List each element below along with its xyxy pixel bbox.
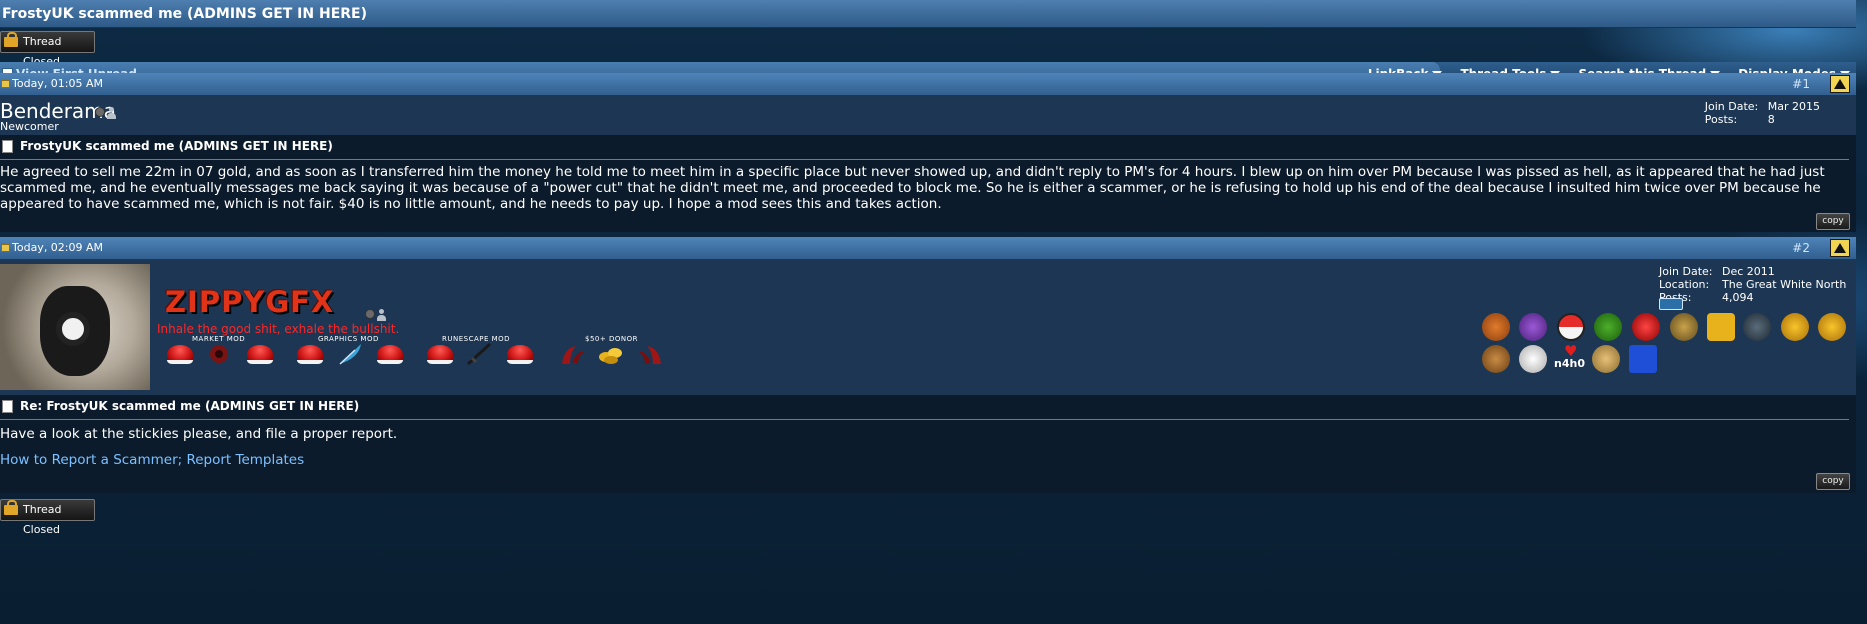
sword-icon [466, 342, 494, 366]
scroll-top-icon[interactable] [1830, 239, 1850, 257]
user-tagline: Inhale the good shit, exhale the bullshi… [157, 322, 400, 336]
cog-13-icon [1781, 313, 1809, 341]
lock-icon [1707, 313, 1735, 341]
offline-status-icon [95, 107, 105, 117]
steam-icon [1743, 313, 1771, 341]
user-info: Join Date: Mar 2015 Posts: 8 [1704, 100, 1820, 126]
palette-icon [1592, 345, 1620, 373]
cog-14-icon [1818, 313, 1846, 341]
offline-status-icon [365, 309, 375, 319]
santa-hat-icon [247, 345, 273, 364]
location: The Great White North [1722, 278, 1847, 291]
heart-badge: ♥ n4h0 [1554, 344, 1586, 372]
headphone-graphic [56, 312, 90, 346]
scroll-top-icon[interactable] [1830, 75, 1850, 93]
thread-closed-button[interactable]: Thread Closed [0, 31, 95, 68]
copy-button[interactable]: copy [1816, 473, 1850, 490]
lock-icon [4, 500, 18, 515]
post-time: Today, 02:09 AM [12, 241, 104, 254]
santa-hat-icon [167, 345, 193, 364]
post-title: FrostyUK scammed me (ADMINS GET IN HERE) [20, 139, 333, 153]
post-content-1: FrostyUK scammed me (ADMINS GET IN HERE)… [0, 135, 1856, 232]
angry-bird-icon [1632, 313, 1660, 341]
post-content-2: Re: FrostyUK scammed me (ADMINS GET IN H… [0, 395, 1856, 493]
lock-icon [4, 32, 18, 47]
post-number-link[interactable]: #2 [1792, 237, 1810, 259]
post-number-link[interactable]: #1 [1792, 73, 1810, 95]
post-header-1: Today, 01:05 AM #1 [0, 73, 1856, 95]
join-date: Dec 2011 [1722, 265, 1775, 278]
rune-icon [1670, 313, 1698, 341]
divider [0, 419, 1849, 420]
user-icon [377, 309, 387, 321]
thread-container: FrostyUK scammed me (ADMINS GET IN HERE)… [0, 0, 1856, 624]
post-count: 8 [1767, 113, 1775, 126]
post-title: Re: FrostyUK scammed me (ADMINS GET IN H… [20, 399, 360, 413]
status-icons [95, 107, 117, 119]
user-icon [107, 107, 117, 119]
copy-button[interactable]: copy [1816, 213, 1850, 230]
santa-hat-icon [297, 345, 323, 364]
skull-icon [1519, 345, 1547, 373]
post-icon [1, 80, 10, 88]
thread-closed-label: Thread Closed [23, 503, 62, 536]
gold-coins-icon [597, 342, 625, 366]
claw-icon [637, 342, 665, 366]
user-info: Join Date: Dec 2011 Location: The Great Wh… [1659, 265, 1847, 304]
santa-hat-icon [377, 345, 403, 364]
username-link[interactable]: ZIPPYGFX [165, 285, 334, 319]
santa-hat-icon [507, 345, 533, 364]
leaf-icon [1594, 313, 1622, 341]
claw-icon [558, 342, 586, 366]
squirrel-icon [1482, 313, 1510, 341]
status-icons [365, 309, 387, 321]
post-icon [1, 244, 10, 252]
post-header-2: Today, 02:09 AM #2 [0, 237, 1856, 259]
skype-icon[interactable] [1659, 298, 1683, 310]
post-count: 4,094 [1722, 291, 1754, 304]
thread-title: FrostyUK scammed me (ADMINS GET IN HERE) [0, 0, 1856, 28]
post-time: Today, 01:05 AM [12, 77, 104, 90]
feather-icon [337, 342, 365, 366]
join-date: Mar 2015 [1767, 100, 1820, 113]
pokeball-icon [1557, 313, 1585, 341]
crown-icon [1629, 345, 1657, 373]
user-title: Newcomer [0, 120, 59, 133]
heart-icon: ♥ [1564, 342, 1578, 360]
thread-closed-button[interactable]: Thread Closed [0, 499, 95, 536]
post-userinfo-1: Benderama Newcomer Join Date: Mar 2015 Po… [0, 95, 1856, 135]
santa-hat-icon [427, 345, 453, 364]
gear-icon [205, 342, 233, 366]
report-templates-link[interactable]: How to Report a Scammer; Report Template… [0, 452, 304, 468]
divider [0, 159, 1849, 160]
post-body: He agreed to sell me 22m in 07 gold, and… [0, 164, 1825, 212]
dragon-icon [1519, 313, 1547, 341]
reindeer-icon [1482, 345, 1510, 373]
post-body: Have a look at the stickies please, and … [0, 426, 398, 442]
avatar[interactable] [0, 264, 150, 390]
badge-text: n4h0 [1554, 357, 1585, 370]
